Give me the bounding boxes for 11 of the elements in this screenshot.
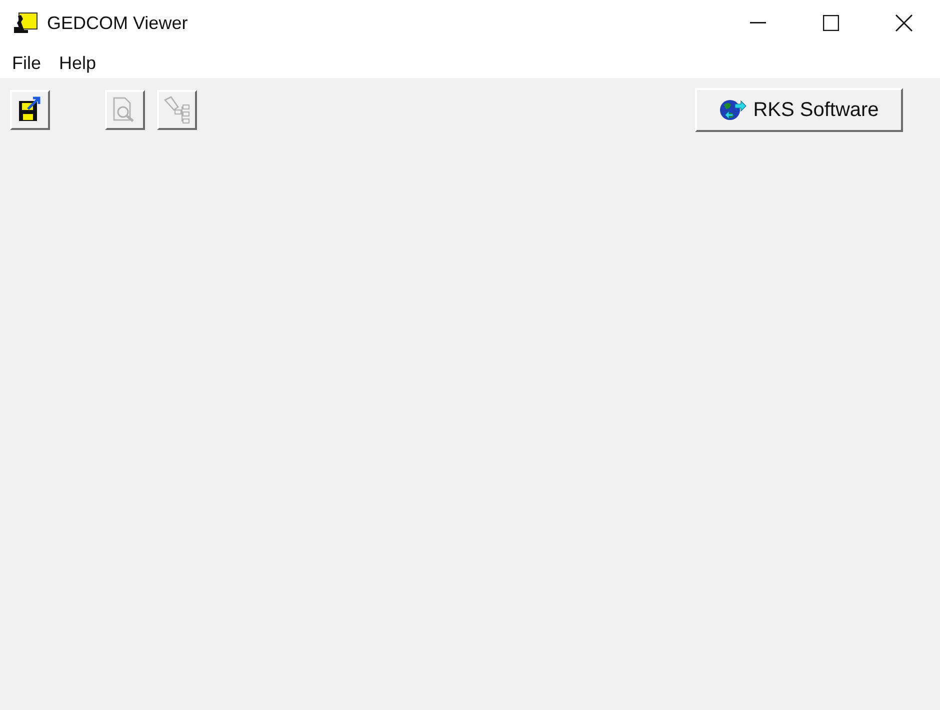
save-button[interactable] — [10, 90, 50, 130]
window-title: GEDCOM Viewer — [47, 12, 188, 34]
close-icon — [894, 14, 912, 32]
menu-item[interactable]: Help — [50, 50, 106, 74]
globe-icon — [719, 97, 748, 123]
menu-item[interactable]: File — [3, 50, 50, 74]
maximize-icon — [822, 15, 838, 31]
rks-software-button[interactable]: RKS Software — [695, 88, 903, 132]
minimize-icon — [750, 22, 766, 24]
tree-chart-icon — [162, 95, 192, 125]
app-icon — [12, 11, 38, 35]
